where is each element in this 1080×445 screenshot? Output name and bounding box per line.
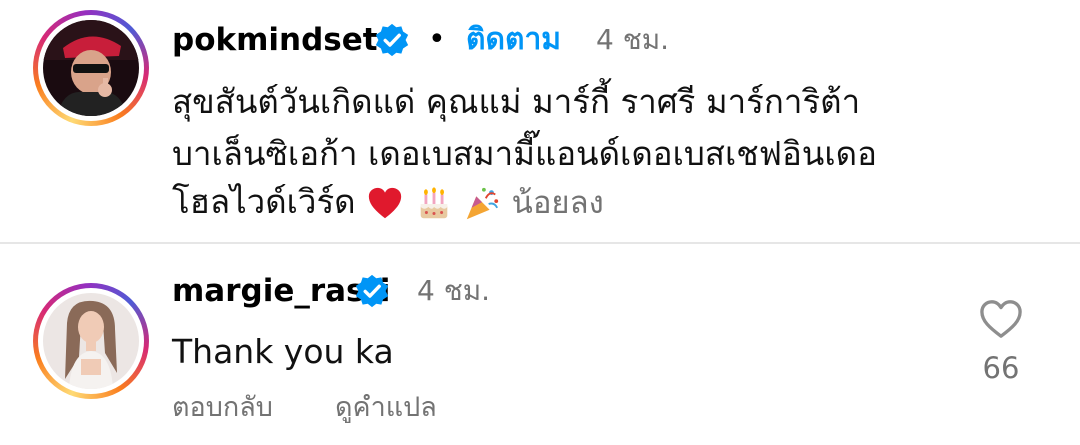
comment-text-line-1: สุขสันต์วันเกิดแด่ คุณแม่ มาร์กี้ ราศรี … [172,82,861,121]
like-count: 66 [982,351,1020,385]
comment-text-line-3-row: โฮลไวด์เวิร์ด น้อยลง [172,178,604,227]
avatar-photo [43,20,139,116]
comment-text-line-2: บาเล็นซิเอก้า เดอเบสมามี๊แอนด์เดอเบสเชฟอ… [172,134,877,173]
avatar-margie-rasri[interactable] [33,283,149,399]
heart-emoji [368,187,402,218]
see-translation-button[interactable]: ดูคำแปล [335,388,437,428]
reply-button[interactable]: ตอบกลับ [172,388,273,428]
verified-badge-icon [355,274,389,308]
heart-outline-icon[interactable] [978,298,1024,340]
comment-text-line-3: โฮลไวด์เวิร์ด [172,182,356,221]
collapse-link[interactable]: น้อยลง [512,185,604,221]
comment-timestamp: 4 ชม. [596,23,670,56]
avatar-pokmindset[interactable] [33,10,149,126]
comment-username[interactable]: pokmindset [172,20,378,60]
verified-badge-icon [375,23,409,57]
divider [0,242,1080,244]
avatar-photo [43,293,139,389]
party-popper-emoji [466,187,499,219]
follow-button[interactable]: ติดตาม [466,20,561,60]
birthday-cake-emoji [420,186,447,218]
reply-text: Thank you ka [172,332,394,371]
separator-dot: • [428,22,446,57]
reply-timestamp: 4 ชม. [417,274,491,307]
